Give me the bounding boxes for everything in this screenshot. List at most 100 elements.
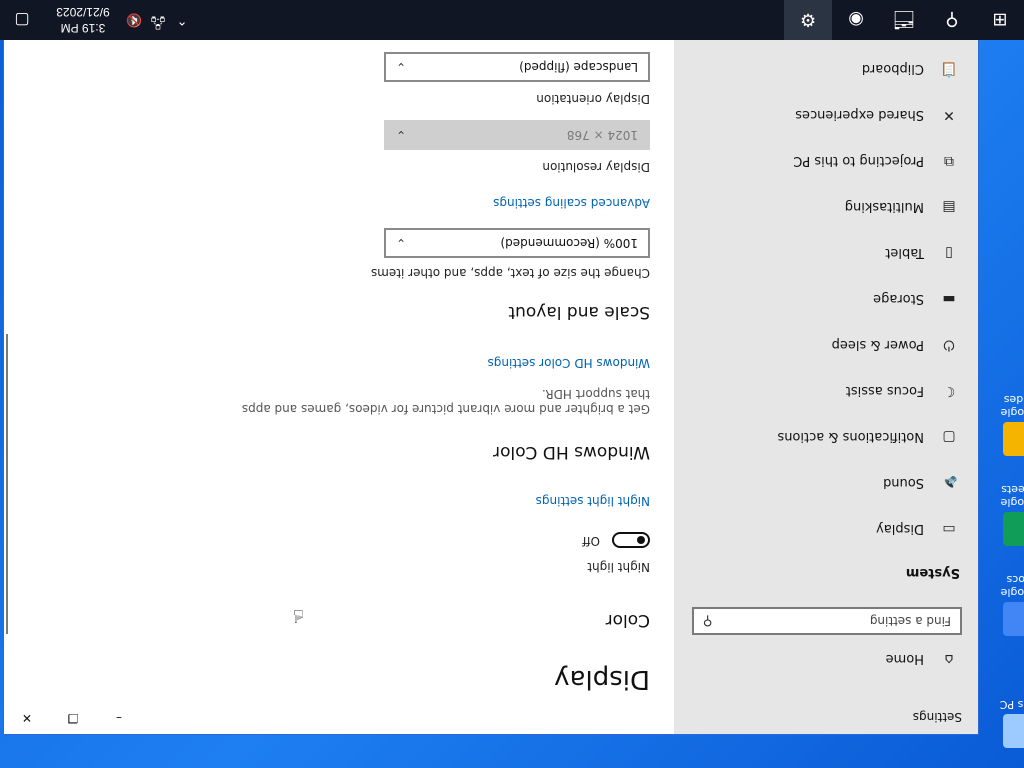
desktop-icon-label: Google Sheets [1000,483,1024,509]
clock-date: 9/21/2023 [56,5,110,19]
night-light-settings-link[interactable]: Night light settings [536,494,650,508]
projector-icon: ⧉ [944,153,954,169]
search-icon: ⚲ [703,613,713,629]
nav-item-multitasking[interactable]: ▤ Multitasking [674,184,978,230]
nav-item-storage[interactable]: ▬ Storage [674,276,978,322]
minimize-button[interactable]: – [96,702,142,734]
resolution-dropdown[interactable]: 1024 × 768 ⌄ [384,120,650,150]
settings-nav-pane: Settings ⌂ Home Find a setting ⚲ System … [674,40,978,734]
home-icon: ⌂ [944,651,954,667]
hd-color-settings-link[interactable]: Windows HD Color settings [488,356,650,370]
window-title: Settings [912,710,962,724]
chevron-up-icon[interactable]: ⌃ [170,0,194,40]
desktop-icon-label: Google Slides [1000,393,1024,419]
storage-icon: ▬ [942,291,956,307]
google-slides-icon [1003,422,1024,456]
nav-item-label: Storage [873,291,924,307]
power-icon: ⏻ [943,337,955,353]
scrollbar[interactable] [6,334,8,634]
find-setting-input[interactable]: Find a setting ⚲ [692,607,962,635]
nav-item-shared-experiences[interactable]: ✕ Shared experiences [674,92,978,138]
nav-item-label: Focus assist [845,383,924,399]
clipboard-icon: 📋 [940,61,958,77]
page-title: Display [554,664,650,694]
desktop-icon-google-slides[interactable]: Google Slides [986,393,1024,456]
nav-item-label: Power & sleep [831,337,924,353]
orientation-dropdown[interactable]: Landscape (flipped) ⌄ [384,52,650,82]
resolution-label: Display resolution [542,160,650,174]
clock[interactable]: 3:19 PM 9/21/2023 [44,4,122,36]
tablet-icon: ▯ [945,245,953,261]
system-tray: ⌃ 🖧 🔇 3:19 PM 9/21/2023 ▢ [0,0,194,40]
desktop-icon-google-sheets[interactable]: Google Sheets [986,483,1024,546]
advanced-scaling-link[interactable]: Advanced scaling settings [493,196,650,210]
network-icon[interactable]: 🖧 [146,0,170,40]
file-explorer-button[interactable]: 🗂 [880,0,928,40]
nav-item-sound[interactable]: 🔈 Sound [674,460,978,506]
search-icon: ⚲ [945,9,959,31]
chevron-down-icon: ⌄ [396,60,407,74]
nav-item-clipboard[interactable]: 📋 Clipboard [674,46,978,92]
volume-muted-icon[interactable]: 🔇 [122,0,146,40]
screen: Google Docs Google Sheets Google Slides … [0,0,1024,768]
clock-time: 3:19 PM [60,21,106,35]
notification-center-icon[interactable]: ▢ [0,0,44,40]
orientation-label: Display orientation [536,92,650,106]
nav-item-display[interactable]: ▭ Display [674,506,978,552]
nav-home-label: Home [885,651,924,667]
hd-color-heading: Windows HD Color [493,442,650,462]
nav-item-focus-assist[interactable]: ☾ Focus assist [674,368,978,414]
desktop-icon-label: Google Docs [1000,573,1024,599]
nav-item-label: Clipboard [861,61,924,77]
settings-window: Settings ⌂ Home Find a setting ⚲ System … [4,40,978,734]
scale-layout-heading: Scale and layout [508,302,650,322]
search-taskbar-button[interactable]: ⚲ [928,0,976,40]
desktop-icon-this-pc[interactable]: This PC [986,698,1024,748]
nav-item-label: Tablet [885,245,924,261]
start-button[interactable]: ⊞ [976,0,1024,40]
settings-taskbar-button[interactable]: ⚙ [784,0,832,40]
multitasking-icon: ▤ [942,199,956,215]
moon-icon: ☾ [942,383,956,399]
google-docs-icon [1003,602,1024,636]
scale-value: 100% (Recommended) [500,236,638,250]
chevron-down-icon: ⌄ [396,236,407,250]
display-settings-content: – ❐ ✕ Display Color Night light Off Nigh… [4,40,674,734]
nav-item-label: Multitasking [844,199,924,215]
nav-item-label: Projecting to this PC [793,153,924,169]
night-light-toggle[interactable] [612,532,650,548]
shared-icon: ✕ [943,107,955,123]
nav-section-title: System [905,565,960,580]
monitor-icon: ▭ [942,521,956,537]
nav-item-notifications[interactable]: ▢ Notifications & actions [674,414,978,460]
speaker-icon: 🔈 [940,475,958,491]
google-sheets-icon [1003,512,1024,546]
desktop-icon-google-docs[interactable]: Google Docs [986,573,1024,636]
notification-icon: ▢ [942,429,956,445]
search-placeholder: Find a setting [869,614,951,628]
nav-item-label: Sound [883,475,924,491]
toggle-knob [637,536,645,544]
nav-home[interactable]: ⌂ Home [674,636,978,682]
nav-item-label: Notifications & actions [777,429,924,445]
nav-item-power-sleep[interactable]: ⏻ Power & sleep [674,322,978,368]
maximize-button[interactable]: ❐ [50,702,96,734]
nav-item-tablet[interactable]: ▯ Tablet [674,230,978,276]
scale-dropdown[interactable]: 100% (Recommended) ⌄ [384,228,650,258]
gear-icon: ⚙ [799,9,817,31]
hd-color-description: Get a brighter and more vibrant picture … [241,387,650,416]
chrome-button[interactable]: ◉ [832,0,880,40]
desktop-icon-label: This PC [999,698,1024,711]
chrome-icon: ◉ [848,9,864,31]
resolution-value: 1024 × 768 [566,128,638,142]
nav-item-label: Display [876,521,924,537]
scale-label: Change the size of text, apps, and other… [370,266,650,280]
nav-item-label: Shared experiences [795,107,924,123]
nav-item-projecting[interactable]: ⧉ Projecting to this PC [674,138,978,184]
color-heading: Color [605,610,650,630]
close-button[interactable]: ✕ [4,702,50,734]
this-pc-icon [1003,714,1024,748]
chevron-down-icon: ⌄ [396,128,407,142]
mouse-cursor: ☝ [293,605,304,626]
night-light-state: Off [582,534,600,548]
